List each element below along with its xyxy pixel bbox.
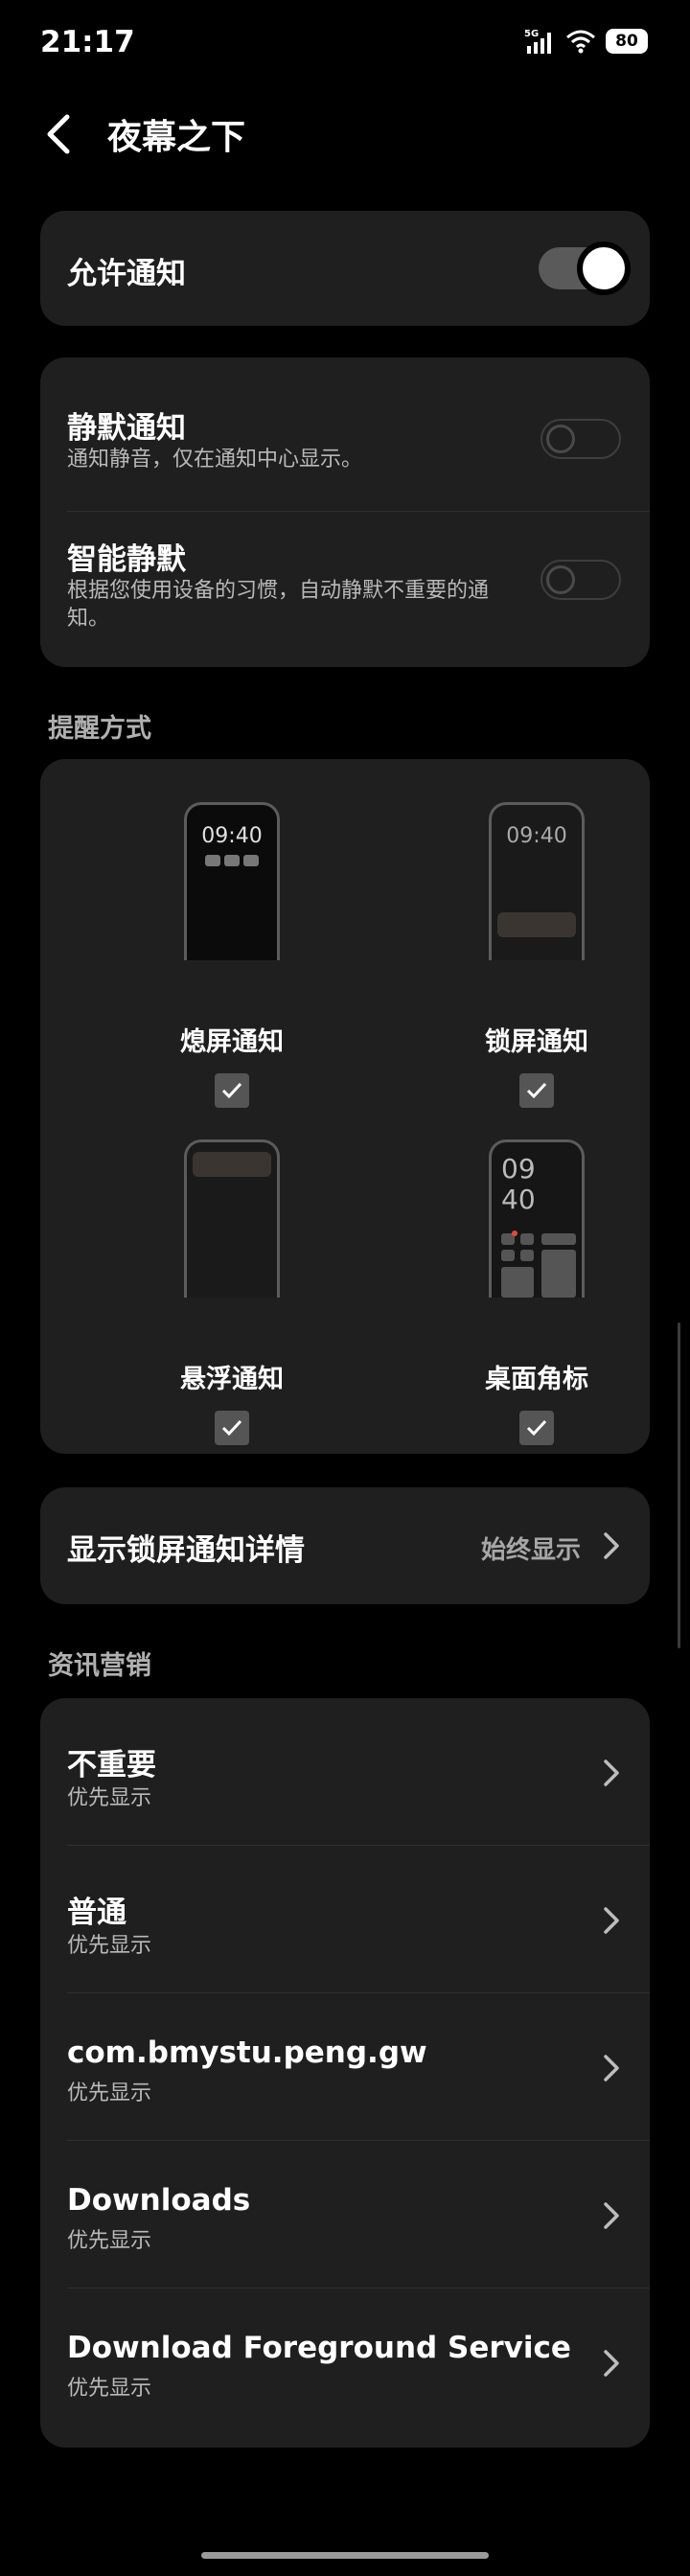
badge-dot: [512, 1230, 518, 1236]
lockscreen-detail-card[interactable]: 显示锁屏通知详情 始终显示: [40, 1487, 650, 1604]
floating-checkbox[interactable]: [215, 1411, 249, 1445]
page-title: 夜幕之下: [107, 118, 246, 157]
smart-silent-desc: 根据您使用设备的习惯，自动静默不重要的通 知。: [67, 577, 489, 632]
channel-title: com.bmystu.peng.gw: [67, 2036, 427, 2070]
status-icons: 5G 80: [523, 27, 648, 56]
style-item-lockscreen[interactable]: 09:40 锁屏通知: [441, 802, 632, 1109]
lockscreen-preview: 09:40: [489, 802, 585, 960]
channel-title: Download Foreground Service: [67, 2331, 571, 2365]
silent-notification-title: 静默通知: [67, 411, 186, 446]
back-arrow-icon[interactable]: [38, 109, 80, 159]
wifi-icon: [566, 30, 595, 54]
status-time: 21:17: [40, 25, 135, 59]
allow-notifications-card[interactable]: 允许通知: [40, 211, 650, 326]
badge-preview-minute: 40: [501, 1184, 536, 1215]
style-label-aod: 熄屏通知: [180, 1027, 284, 1057]
app-widget: [541, 1250, 576, 1298]
aod-preview: 09:40: [184, 802, 280, 960]
aod-dot: [224, 855, 240, 866]
app-icon: [520, 1250, 534, 1261]
status-bar: 21:17 5G 80: [0, 0, 690, 88]
channel-sub: 优先显示: [67, 2377, 152, 2401]
style-label-floating: 悬浮通知: [180, 1365, 284, 1394]
check-icon: [221, 1082, 242, 1099]
channel-row[interactable]: 普通 优先显示: [40, 1846, 650, 1992]
badge-preview-clock: 09 40: [501, 1154, 536, 1215]
app-widget: [501, 1267, 534, 1298]
lockscreen-preview-time: 09:40: [506, 824, 567, 848]
app-icon: [520, 1233, 534, 1245]
style-label-lockscreen: 锁屏通知: [485, 1027, 588, 1057]
allow-notifications-toggle[interactable]: [539, 242, 631, 295]
signal-icon: 5G: [524, 29, 551, 54]
lockscreen-detail-value: 始终显示: [480, 1536, 581, 1565]
smart-silent-desc-line1: 根据您使用设备的习惯，自动静默不重要的通: [67, 579, 490, 603]
home-indicator[interactable]: [201, 2552, 489, 2559]
chevron-right-icon: [604, 2055, 619, 2082]
silent-notification-toggle[interactable]: [540, 419, 621, 459]
lockscreen-checkbox[interactable]: [519, 1073, 554, 1108]
marketing-channels-card: 不重要 优先显示 普通 优先显示 com.bmystu.peng.gw 优先显示…: [40, 1698, 650, 2448]
scrollbar[interactable]: [678, 1322, 680, 1648]
channel-title: 不重要: [67, 1748, 156, 1782]
channel-sub: 优先显示: [67, 1786, 152, 1810]
aod-preview-time: 09:40: [201, 824, 263, 848]
chevron-right-icon: [604, 1532, 619, 1559]
style-item-aod[interactable]: 09:40 熄屏通知: [136, 802, 328, 1109]
check-icon: [221, 1419, 242, 1437]
app-widget: [541, 1233, 576, 1245]
channel-row[interactable]: com.bmystu.peng.gw 优先显示: [40, 1993, 650, 2140]
marketing-section-label: 资讯营销: [48, 1651, 151, 1681]
check-icon: [526, 1419, 547, 1437]
chevron-right-icon: [604, 1907, 619, 1934]
smart-silent-title: 智能静默: [67, 542, 186, 577]
smart-silent-toggle[interactable]: [540, 560, 621, 600]
chevron-right-icon: [604, 1760, 619, 1786]
channel-sub: 优先显示: [67, 2229, 152, 2253]
channel-sub: 优先显示: [67, 1934, 152, 1958]
smart-silent-desc-line2: 知。: [67, 607, 110, 631]
channel-sub: 优先显示: [67, 2082, 152, 2105]
badge-preview-hour: 09: [501, 1153, 536, 1184]
silent-notification-desc: 通知静音，仅在通知中心显示。: [67, 448, 363, 472]
app-icon: [501, 1250, 515, 1261]
reminder-style-section-label: 提醒方式: [48, 714, 151, 744]
check-icon: [526, 1082, 547, 1099]
chevron-right-icon: [604, 2202, 619, 2229]
badge-preview: 09 40: [489, 1139, 585, 1298]
lockscreen-notification-bar: [497, 912, 576, 937]
style-label-badge: 桌面角标: [485, 1365, 588, 1394]
aod-dot: [205, 855, 220, 866]
channel-row[interactable]: Downloads 优先显示: [40, 2141, 650, 2288]
aod-checkbox[interactable]: [215, 1073, 249, 1108]
app-header: 夜幕之下: [0, 96, 690, 172]
channel-row[interactable]: Download Foreground Service 优先显示: [40, 2288, 650, 2448]
smart-silent-row[interactable]: 智能静默 根据您使用设备的习惯，自动静默不重要的通 知。: [40, 512, 650, 667]
lockscreen-detail-label: 显示锁屏通知详情: [67, 1533, 305, 1568]
channel-title: Downloads: [67, 2183, 251, 2218]
style-item-badge[interactable]: 09 40 桌面角标: [441, 1139, 632, 1446]
floating-notification-bar: [193, 1152, 271, 1177]
battery-icon: 80: [606, 29, 648, 54]
reminder-style-card: 09:40 熄屏通知 09:40 锁屏通知 悬浮通知 09 40 桌面角标: [40, 759, 650, 1454]
channel-row[interactable]: 不重要 优先显示: [40, 1698, 650, 1845]
chevron-right-icon: [604, 2350, 619, 2377]
silent-settings-card: 静默通知 通知静音，仅在通知中心显示。 智能静默 根据您使用设备的习惯，自动静默…: [40, 357, 650, 667]
badge-checkbox[interactable]: [519, 1411, 554, 1445]
silent-notification-row[interactable]: 静默通知 通知静音，仅在通知中心显示。: [40, 357, 650, 511]
network-type: 5G: [524, 29, 539, 39]
battery-level: 80: [615, 32, 638, 51]
floating-preview: [184, 1139, 280, 1298]
toggle-knob: [577, 242, 631, 295]
aod-dot: [243, 855, 259, 866]
allow-notifications-label: 允许通知: [67, 257, 186, 291]
channel-title: 普通: [67, 1896, 126, 1930]
style-item-floating[interactable]: 悬浮通知: [136, 1139, 328, 1446]
